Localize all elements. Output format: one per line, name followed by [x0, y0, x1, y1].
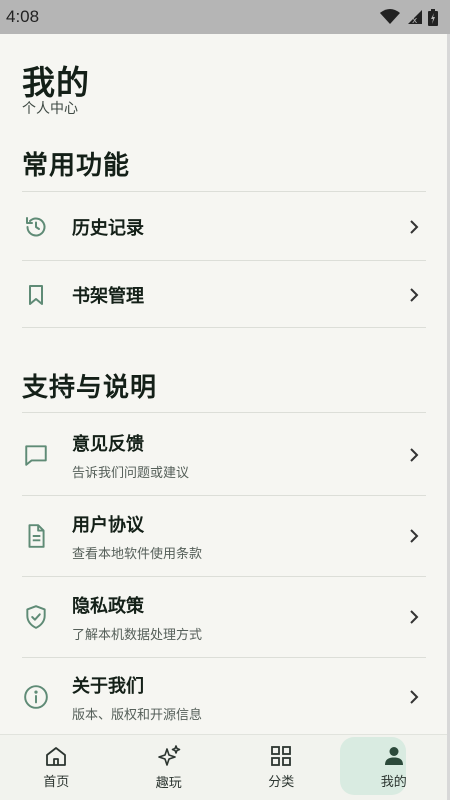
nav-item-mine[interactable]: 我的 — [338, 735, 450, 800]
person-icon — [384, 747, 403, 765]
menu-item-desc: 版本、版权和开源信息 — [72, 707, 203, 723]
menu-item-label: 书架管理 — [72, 286, 144, 307]
shield-check-icon — [22, 603, 50, 631]
wifi-icon — [380, 9, 400, 24]
menu-item-bookshelf[interactable]: 书架管理 — [22, 263, 426, 327]
menu-item-label: 隐私政策 — [72, 595, 144, 617]
chevron-right-icon — [404, 219, 424, 235]
menu-item-history[interactable]: 历史记录 — [22, 194, 426, 260]
chevron-right-icon — [404, 689, 424, 705]
nav-item-fun[interactable]: 趣玩 — [113, 735, 226, 800]
history-icon — [22, 213, 50, 241]
nav-item-home[interactable]: 首页 — [0, 735, 113, 800]
home-icon — [46, 747, 67, 766]
divider — [22, 191, 426, 192]
grid-icon — [271, 746, 292, 766]
menu-item-user-agreement[interactable]: 用户协议 查看本地软件使用条款 — [22, 496, 426, 576]
nav-label: 分类 — [268, 775, 295, 790]
menu-item-label: 用户协议 — [72, 514, 144, 536]
status-time: 4:08 — [6, 7, 40, 26]
menu-item-desc: 了解本机数据处理方式 — [72, 627, 203, 643]
menu-item-label: 关于我们 — [72, 675, 144, 697]
nav-label: 我的 — [380, 775, 407, 790]
menu-item-desc: 查看本地软件使用条款 — [72, 546, 203, 562]
page-subtitle: 个人中心 — [22, 101, 78, 117]
chevron-right-icon — [404, 528, 424, 544]
section-title-support: 支持与说明 — [22, 373, 158, 403]
divider — [22, 412, 426, 413]
section-title-common: 常用功能 — [22, 151, 131, 181]
menu-item-privacy-policy[interactable]: 隐私政策 了解本机数据处理方式 — [22, 577, 426, 657]
divider — [22, 327, 426, 328]
svg-text:x: x — [412, 16, 418, 25]
bookmark-icon — [22, 281, 50, 309]
bottom-navigation: 首页 趣玩 分类 我的 — [0, 734, 450, 800]
chevron-right-icon — [404, 287, 424, 303]
nav-label: 趣玩 — [155, 776, 182, 791]
chevron-right-icon — [404, 447, 424, 463]
menu-item-desc: 告诉我们问题或建议 — [72, 465, 190, 481]
menu-item-feedback[interactable]: 意见反馈 告诉我们问题或建议 — [22, 415, 426, 495]
battery-icon — [428, 8, 438, 26]
profile-page: 我的 个人中心 常用功能 历史记录 书架管理 支持与说明 意见反馈 告诉我们问题… — [0, 34, 450, 734]
nav-item-category[interactable]: 分类 — [225, 735, 338, 800]
status-bar: 4:08 x — [0, 0, 450, 34]
signal-icon: x — [408, 10, 422, 25]
document-icon — [22, 522, 50, 550]
divider — [22, 260, 426, 261]
menu-item-label: 意见反馈 — [72, 433, 144, 455]
page-title: 我的 — [22, 63, 90, 102]
nav-label: 首页 — [43, 775, 70, 790]
menu-item-about-us[interactable]: 关于我们 版本、版权和开源信息 — [22, 658, 426, 736]
info-icon — [22, 683, 50, 711]
feedback-icon — [22, 441, 50, 469]
status-icons: x — [380, 8, 438, 26]
sparkle-icon — [157, 745, 181, 766]
chevron-right-icon — [404, 609, 424, 625]
menu-item-label: 历史记录 — [72, 218, 144, 239]
